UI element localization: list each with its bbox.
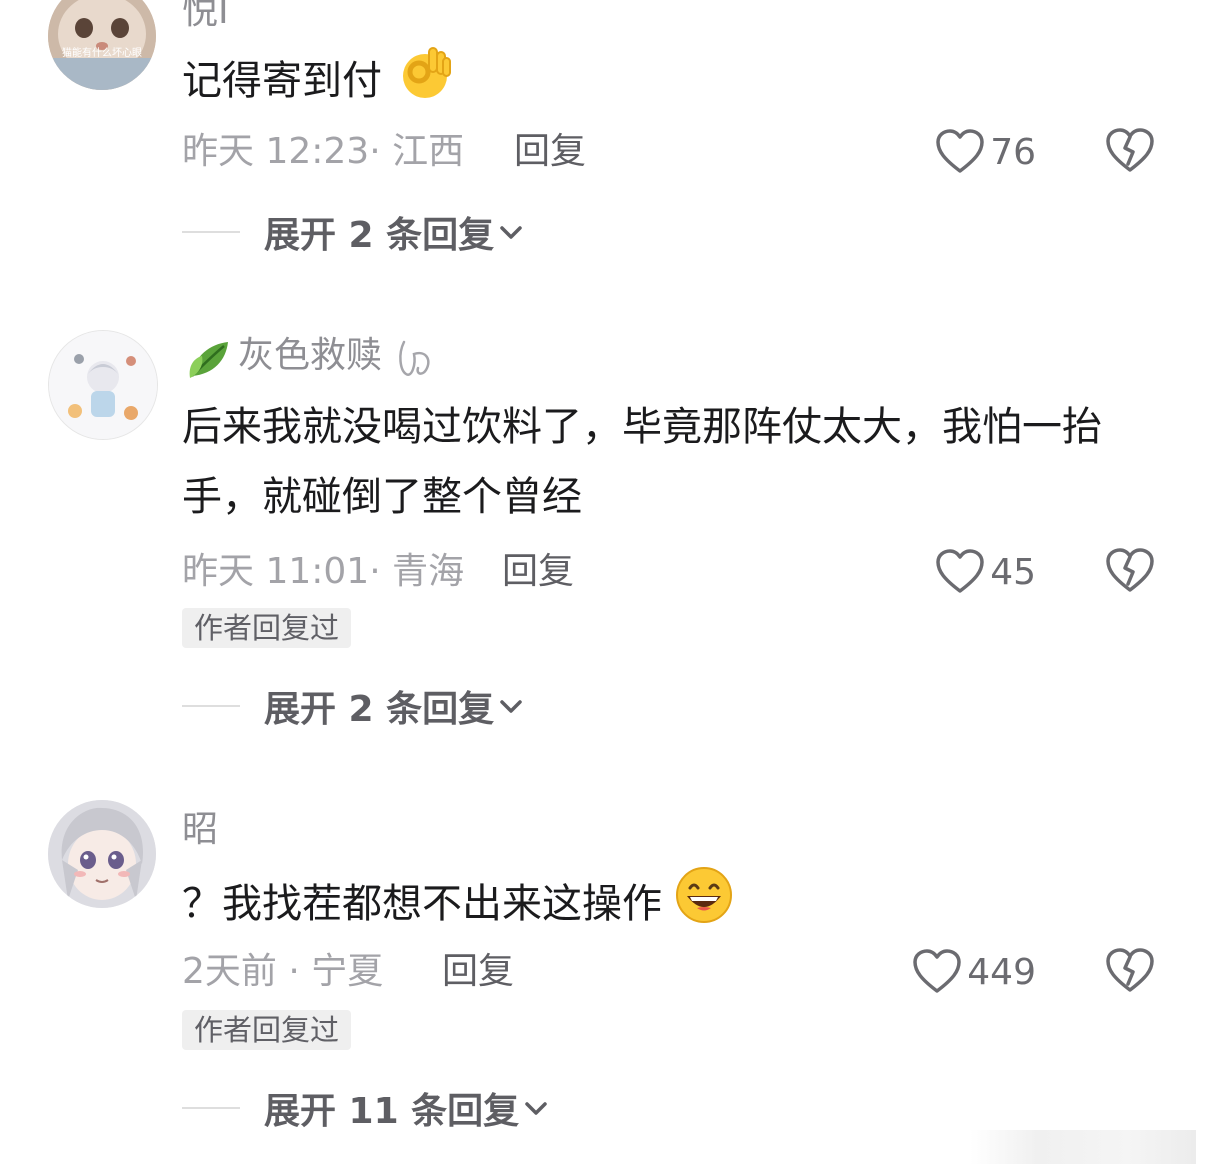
ok-hand-emoji bbox=[395, 42, 455, 124]
heart-icon bbox=[913, 949, 962, 993]
chevron-down-icon bbox=[500, 226, 522, 239]
signature-flourish-icon bbox=[399, 340, 430, 376]
comment-location: 江西 bbox=[392, 131, 465, 172]
divider-line bbox=[182, 1107, 240, 1109]
chevron-down-icon bbox=[500, 700, 522, 713]
broken-heart-icon bbox=[1106, 128, 1154, 172]
comment-item: 猫能有什么坏心眼 悦I 记得寄到付 昨天 12:23· 江西 回复 76 展开 … bbox=[0, 0, 1206, 280]
heart-icon bbox=[936, 129, 984, 173]
comment-time: 昨天 11:01 bbox=[182, 551, 370, 592]
like-count: 45 bbox=[990, 551, 1036, 593]
reply-button[interactable]: 回复 bbox=[502, 550, 574, 594]
dislike-button[interactable] bbox=[1106, 948, 1154, 996]
avatar[interactable] bbox=[48, 800, 156, 908]
username[interactable]: 昭 bbox=[182, 810, 218, 850]
broken-heart-icon bbox=[1106, 948, 1154, 992]
author-replied-badge: 作者回复过 bbox=[182, 608, 352, 648]
comment-meta: 昨天 12:23· 江西 bbox=[182, 131, 465, 172]
dislike-button[interactable] bbox=[1106, 128, 1154, 176]
anime-avatar-image bbox=[48, 800, 156, 908]
comment-location: 宁夏 bbox=[311, 951, 384, 992]
grinning-emoji bbox=[675, 866, 733, 946]
comment-item: 灰色救赎 后来我就没喝过饮料了，毕竟那阵仗太大，我怕一抬手，就碰倒了整个曾经 昨… bbox=[0, 330, 1206, 750]
divider-line bbox=[182, 231, 240, 233]
like-button[interactable]: 449 bbox=[913, 948, 1036, 996]
expand-replies-label: 展开 2 条回复 bbox=[264, 689, 495, 730]
watermark-image bbox=[970, 1130, 1196, 1164]
expand-replies-button[interactable]: 展开 2 条回复 bbox=[182, 682, 524, 730]
dislike-button[interactable] bbox=[1106, 548, 1154, 596]
reply-button[interactable]: 回复 bbox=[514, 130, 586, 174]
expand-replies-button[interactable]: 展开 2 条回复 bbox=[182, 208, 524, 256]
heart-icon bbox=[936, 549, 984, 593]
reply-button[interactable]: 回复 bbox=[442, 950, 514, 994]
comment-time: 昨天 12:23 bbox=[182, 131, 370, 172]
leaf-icon bbox=[189, 342, 228, 378]
comment-content: ？我找茬都想不出来这操作 bbox=[182, 866, 1172, 946]
like-button[interactable]: 76 bbox=[936, 128, 1036, 176]
comment-text: ？我找茬都想不出来这操作 bbox=[182, 881, 662, 927]
expand-replies-label: 展开 11 条回复 bbox=[264, 1091, 520, 1132]
divider-line bbox=[182, 705, 240, 707]
username[interactable]: 灰色救赎 bbox=[238, 336, 382, 376]
comment-meta: 2天前 · 宁夏 bbox=[182, 951, 384, 992]
expand-replies-button[interactable]: 展开 11 条回复 bbox=[182, 1084, 549, 1132]
expand-replies-label: 展开 2 条回复 bbox=[264, 215, 495, 256]
comment-content: 后来我就没喝过饮料了，毕竟那阵仗太大，我怕一抬手，就碰倒了整个曾经 bbox=[182, 392, 1172, 532]
like-count: 76 bbox=[990, 131, 1036, 173]
comment-item: 昭 ？我找茬都想不出来这操作 2天前 · 宁夏 回复 449 作者回复过 展开 … bbox=[0, 800, 1206, 1174]
avatar[interactable]: 猫能有什么坏心眼 bbox=[48, 0, 156, 90]
chevron-down-icon bbox=[525, 1102, 547, 1115]
comment-time: 2天前 bbox=[182, 951, 277, 992]
comment-meta: 昨天 11:01· 青海 bbox=[182, 551, 465, 592]
author-replied-badge: 作者回复过 bbox=[182, 1010, 352, 1050]
cat-avatar-image: 猫能有什么坏心眼 bbox=[48, 0, 156, 90]
comment-content: 记得寄到付 bbox=[182, 42, 1172, 124]
anime-avatar-image bbox=[49, 331, 157, 439]
comment-location: 青海 bbox=[392, 551, 465, 592]
avatar[interactable] bbox=[48, 330, 158, 440]
avatar-caption: 猫能有什么坏心眼 bbox=[62, 46, 142, 59]
username[interactable]: 悦I bbox=[182, 0, 229, 32]
like-count: 449 bbox=[967, 951, 1036, 993]
broken-heart-icon bbox=[1106, 548, 1154, 592]
comment-text: 记得寄到付 bbox=[182, 58, 382, 104]
comment-text: 后来我就没喝过饮料了，毕竟那阵仗太大，我怕一抬手，就碰倒了整个曾经 bbox=[182, 404, 1102, 520]
like-button[interactable]: 45 bbox=[936, 548, 1036, 596]
